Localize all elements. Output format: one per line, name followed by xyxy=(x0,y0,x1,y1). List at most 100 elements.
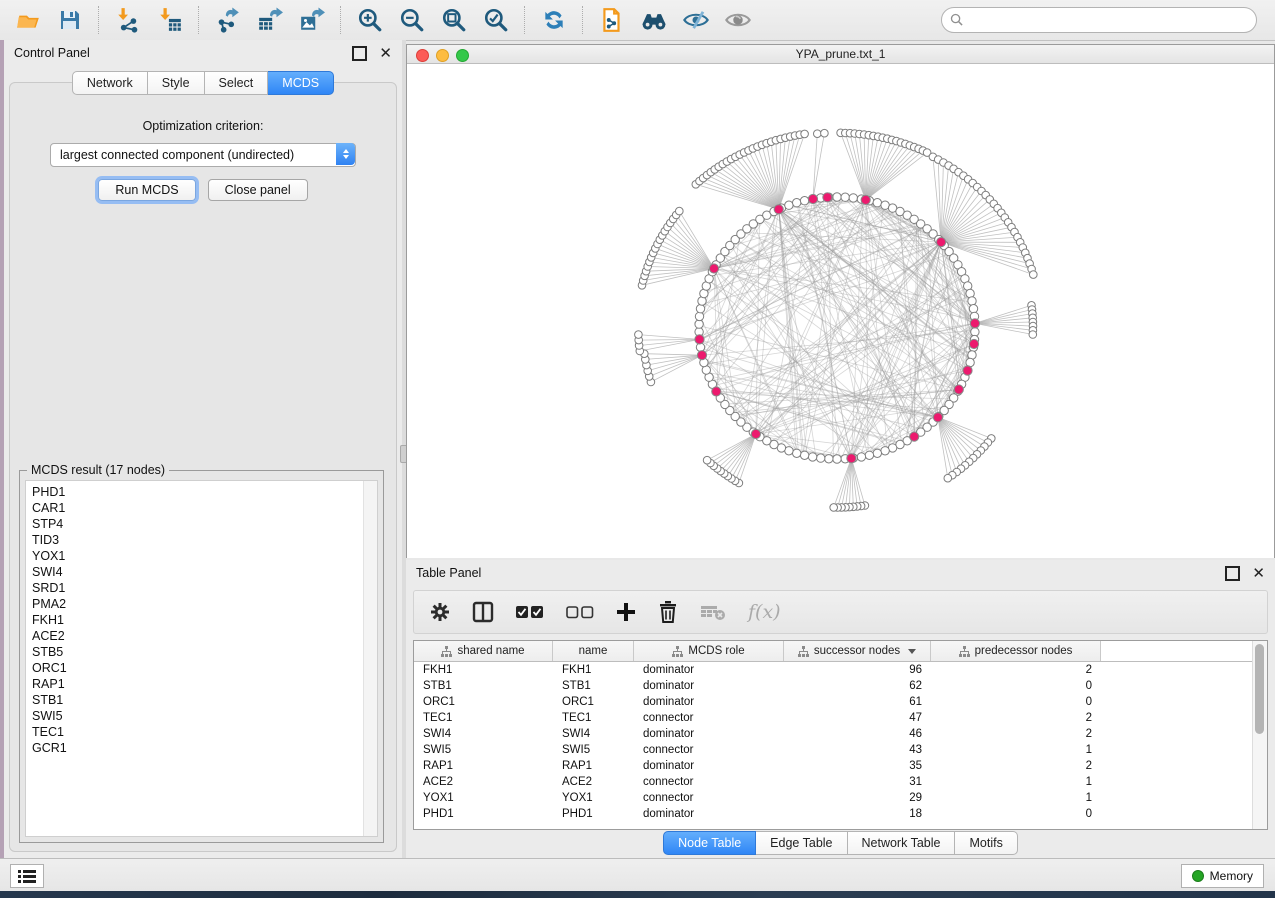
table-cell[interactable]: ACE2 xyxy=(414,776,553,788)
save-session-icon[interactable] xyxy=(56,6,84,34)
mcds-hub-node[interactable] xyxy=(910,432,919,441)
table-cell[interactable]: dominator xyxy=(634,760,784,772)
export-image-icon[interactable] xyxy=(298,6,326,34)
table-cell[interactable]: 0 xyxy=(931,808,1101,820)
zoom-selected-icon[interactable] xyxy=(482,6,510,34)
network-node[interactable] xyxy=(696,305,704,313)
network-node[interactable] xyxy=(817,454,825,462)
table-cell[interactable]: 0 xyxy=(931,696,1101,708)
mcds-hub-node[interactable] xyxy=(937,238,946,247)
import-table-icon[interactable] xyxy=(156,6,184,34)
table-cell[interactable]: 2 xyxy=(931,712,1101,724)
table-cell[interactable]: 31 xyxy=(784,776,931,788)
zoom-out-icon[interactable] xyxy=(398,6,426,34)
mcds-hub-node[interactable] xyxy=(969,339,978,348)
network-node[interactable] xyxy=(1029,331,1037,339)
select-all-icon[interactable] xyxy=(516,599,544,625)
column-header-successor-nodes[interactable]: successor nodes xyxy=(784,641,931,661)
window-minimize-icon[interactable] xyxy=(436,49,449,62)
show-graphics-details-icon[interactable] xyxy=(724,6,752,34)
search-network-binoculars-icon[interactable] xyxy=(640,6,668,34)
network-node[interactable] xyxy=(814,130,822,138)
network-node[interactable] xyxy=(825,455,833,463)
mcds-result-item[interactable]: SRD1 xyxy=(32,580,377,596)
table-cell[interactable]: 0 xyxy=(931,680,1101,692)
table-cell[interactable]: 1 xyxy=(931,792,1101,804)
table-cell[interactable]: STB1 xyxy=(414,680,553,692)
mcds-result-item[interactable]: STB1 xyxy=(32,692,377,708)
mcds-result-item[interactable]: PHD1 xyxy=(32,484,377,500)
table-cell[interactable]: PHD1 xyxy=(414,808,553,820)
run-mcds-button[interactable]: Run MCDS xyxy=(98,179,195,201)
mcds-hub-node[interactable] xyxy=(712,387,721,396)
table-cell[interactable]: dominator xyxy=(634,808,784,820)
mcds-result-item[interactable]: YOX1 xyxy=(32,548,377,564)
export-table-icon[interactable] xyxy=(256,6,284,34)
table-cell[interactable]: 62 xyxy=(784,680,931,692)
mcds-result-item[interactable]: TEC1 xyxy=(32,724,377,740)
table-cell[interactable]: RAP1 xyxy=(553,760,634,772)
mcds-hub-node[interactable] xyxy=(963,366,972,375)
tab-edge-table[interactable]: Edge Table xyxy=(756,831,847,855)
mcds-hub-node[interactable] xyxy=(774,205,783,214)
float-table-panel-icon[interactable] xyxy=(1225,566,1240,581)
table-cell[interactable]: 2 xyxy=(931,664,1101,676)
mcds-hub-node[interactable] xyxy=(847,454,856,463)
network-file-icon[interactable] xyxy=(598,6,626,34)
network-node[interactable] xyxy=(800,197,808,205)
network-node[interactable] xyxy=(849,194,857,202)
mcds-hub-node[interactable] xyxy=(751,429,760,438)
table-row[interactable]: TEC1TEC1connector472 xyxy=(414,710,1267,726)
table-cell[interactable]: dominator xyxy=(634,664,784,676)
network-node[interactable] xyxy=(801,130,809,138)
mcds-result-item[interactable]: SWI4 xyxy=(32,564,377,580)
mcds-list-scrollbar[interactable] xyxy=(363,481,377,836)
mcds-hub-node[interactable] xyxy=(695,335,704,344)
table-row[interactable]: STB1STB1dominator620 xyxy=(414,678,1267,694)
table-cell[interactable]: SWI4 xyxy=(414,728,553,740)
window-close-icon[interactable] xyxy=(416,49,429,62)
split-panel-icon[interactable] xyxy=(472,599,494,625)
table-cell[interactable]: 47 xyxy=(784,712,931,724)
network-node[interactable] xyxy=(695,320,703,328)
network-node[interactable] xyxy=(968,297,976,305)
table-row[interactable]: RAP1RAP1dominator352 xyxy=(414,758,1267,774)
mcds-result-item[interactable]: CAR1 xyxy=(32,500,377,516)
add-column-icon[interactable] xyxy=(616,599,636,625)
network-node[interactable] xyxy=(821,129,829,137)
mcds-result-list[interactable]: PHD1CAR1STP4TID3YOX1SWI4SRD1PMA2FKH1ACE2… xyxy=(25,480,378,837)
mcds-hub-node[interactable] xyxy=(823,193,832,202)
mcds-hub-node[interactable] xyxy=(954,385,963,394)
table-settings-icon[interactable] xyxy=(430,599,450,625)
tab-motifs[interactable]: Motifs xyxy=(955,831,1017,855)
mcds-result-item[interactable]: SWI5 xyxy=(32,708,377,724)
zoom-fit-icon[interactable] xyxy=(440,6,468,34)
mcds-hub-node[interactable] xyxy=(709,264,718,273)
table-cell[interactable]: 29 xyxy=(784,792,931,804)
table-cell[interactable]: 2 xyxy=(931,728,1101,740)
table-cell[interactable]: 46 xyxy=(784,728,931,740)
table-cell[interactable]: 18 xyxy=(784,808,931,820)
network-node[interactable] xyxy=(785,201,793,209)
network-node[interactable] xyxy=(676,207,684,215)
search-input[interactable] xyxy=(941,7,1257,33)
deselect-all-icon[interactable] xyxy=(566,599,594,625)
network-node[interactable] xyxy=(833,193,841,201)
mcds-result-item[interactable]: PMA2 xyxy=(32,596,377,612)
network-node[interactable] xyxy=(808,453,816,461)
delete-column-icon[interactable] xyxy=(658,599,678,625)
mcds-result-item[interactable]: FKH1 xyxy=(32,612,377,628)
table-cell[interactable]: 2 xyxy=(931,760,1101,772)
float-panel-icon[interactable] xyxy=(352,46,367,61)
column-header-name[interactable]: name xyxy=(553,641,634,661)
table-row[interactable]: SWI5SWI5connector431 xyxy=(414,742,1267,758)
mcds-result-item[interactable]: STP4 xyxy=(32,516,377,532)
mcds-result-item[interactable]: RAP1 xyxy=(32,676,377,692)
close-table-panel-icon[interactable]: ✕ xyxy=(1252,568,1265,579)
table-cell[interactable]: YOX1 xyxy=(553,792,634,804)
network-node[interactable] xyxy=(971,328,979,336)
table-cell[interactable]: FKH1 xyxy=(414,664,553,676)
network-canvas[interactable] xyxy=(407,64,1274,558)
table-row[interactable]: ACE2ACE2connector311 xyxy=(414,774,1267,790)
network-node[interactable] xyxy=(695,312,703,320)
